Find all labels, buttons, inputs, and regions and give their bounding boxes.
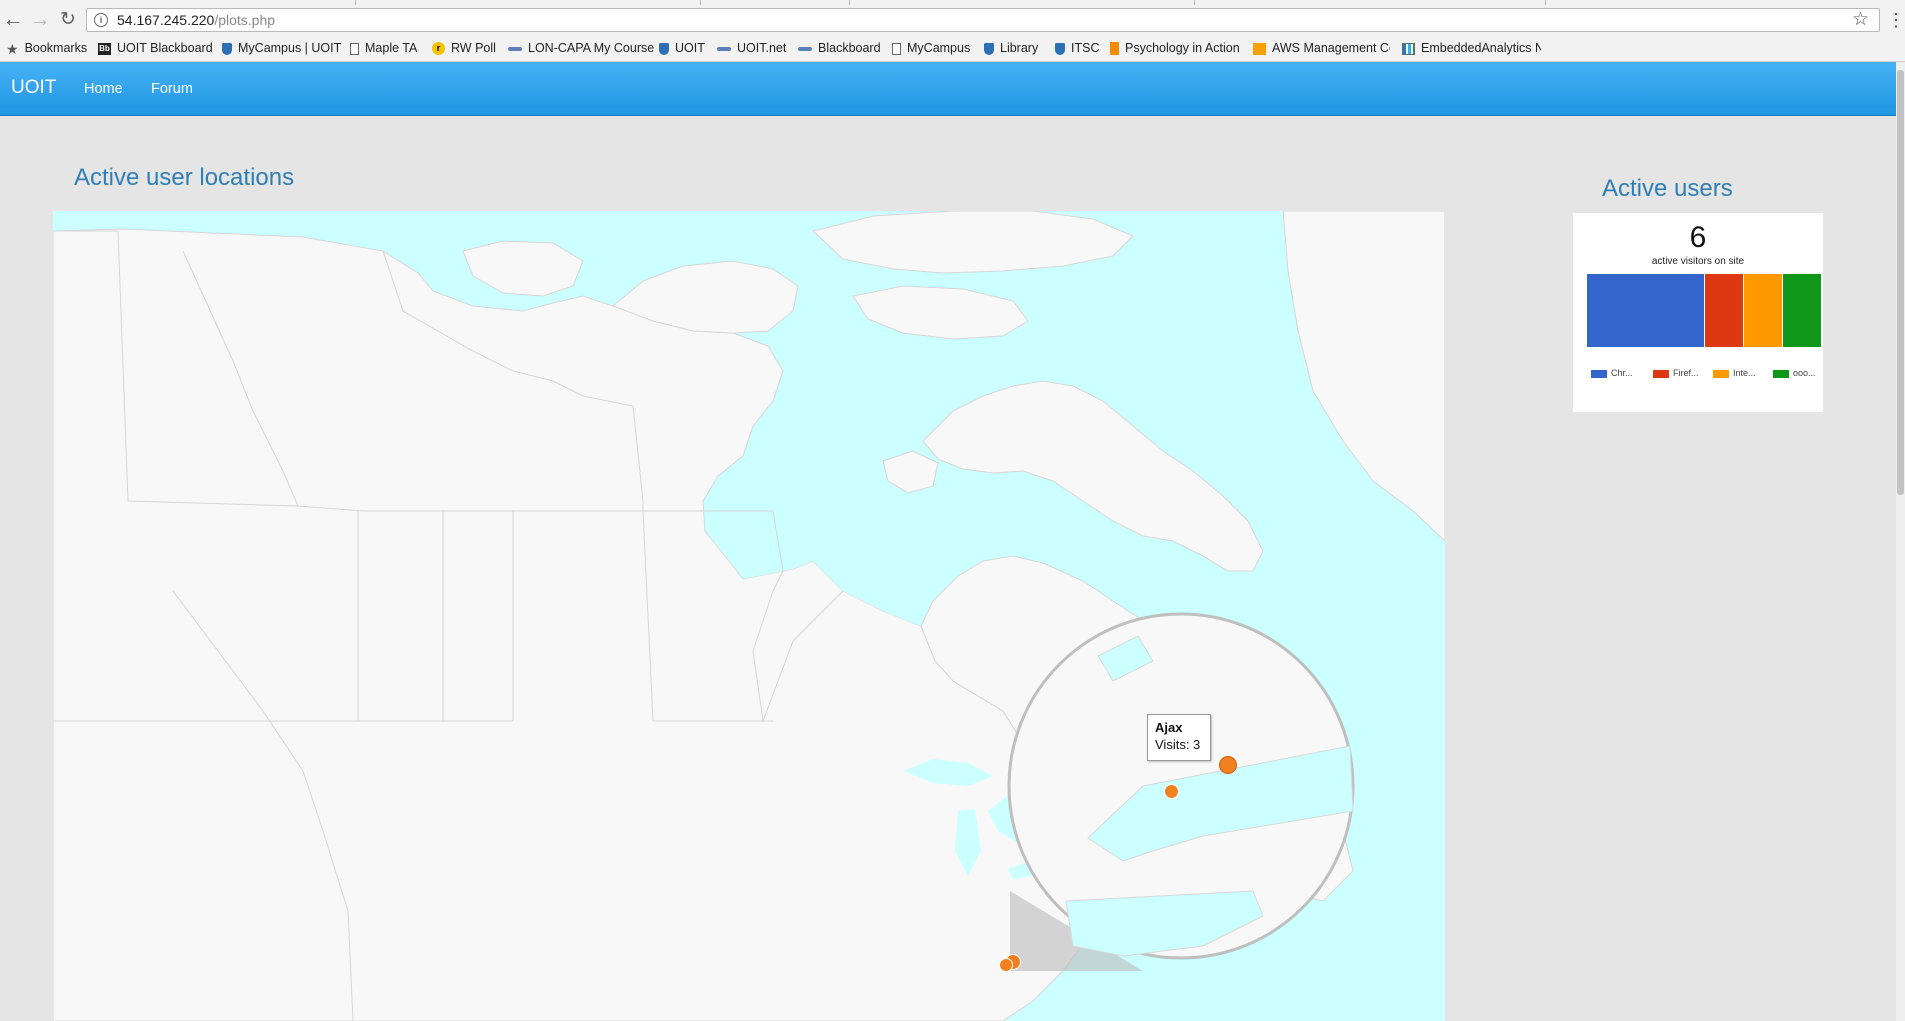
tab-divider xyxy=(1545,0,1546,5)
book-icon xyxy=(1110,42,1119,56)
bookmark-blackboard[interactable]: Blackboard xyxy=(798,39,881,57)
chart-icon xyxy=(1402,42,1415,55)
bookmark-lon-capa[interactable]: LON-CAPA My Course xyxy=(508,39,662,57)
aws-icon xyxy=(1253,42,1266,55)
bookmark-library[interactable]: Library xyxy=(984,39,1038,57)
forward-arrow-icon[interactable]: → xyxy=(27,8,53,32)
shield-icon xyxy=(984,42,994,55)
users-panel-title: Active users xyxy=(1602,175,1733,202)
bar-segment-chrome[interactable] xyxy=(1587,274,1704,347)
browser-toolbar: ← → ↻ i 54.167.245.220/plots.php ☆ ⋮ xyxy=(0,6,1905,34)
bookmark-label: RW Poll xyxy=(451,41,496,55)
bookmark-uoit-net[interactable]: UOIT.net xyxy=(717,39,786,57)
bookmark-mycampus[interactable]: MyCampus xyxy=(892,39,970,57)
bar-segment-other[interactable] xyxy=(1783,274,1821,347)
star-icon: ★ xyxy=(6,40,19,57)
active-user-count-label: active visitors on site xyxy=(1651,256,1745,267)
browser-share-bar xyxy=(1587,274,1823,347)
bookmark-uoit[interactable]: UOIT xyxy=(659,39,705,57)
bookmark-label: Psychology in Action xyxy=(1125,41,1240,55)
tab-divider xyxy=(1194,0,1195,5)
brand-logo[interactable]: UOIT xyxy=(11,77,56,99)
bookmark-aws-management[interactable]: AWS Management Co xyxy=(1253,39,1390,57)
map-marker[interactable] xyxy=(999,958,1013,972)
user-location-map[interactable] xyxy=(53,211,1445,1021)
bookmark-label: Maple TA xyxy=(365,41,418,55)
bookmark-label: UOIT xyxy=(675,41,705,55)
nav-home-link[interactable]: Home xyxy=(84,81,123,97)
site-navbar: UOIT Home Forum xyxy=(0,62,1896,116)
bookmark-label: Library xyxy=(1000,41,1039,55)
map-panel-title: Active user locations xyxy=(74,164,295,191)
bookmark-itsc[interactable]: ITSC xyxy=(1055,39,1099,57)
bar-segment-firefox[interactable] xyxy=(1705,274,1743,347)
legend-swatch xyxy=(1713,369,1729,378)
bookmark-label: AWS Management Co xyxy=(1272,41,1390,55)
url-path: /plots.php xyxy=(214,12,276,28)
bookmark-maple-ta[interactable]: Maple TA xyxy=(350,39,417,57)
bookmark-label: Bookmarks xyxy=(24,41,88,55)
shield-icon xyxy=(1055,42,1065,55)
legend-label: Firef... xyxy=(1673,368,1699,378)
tab-divider xyxy=(355,0,356,5)
bookmark-star-icon[interactable]: ☆ xyxy=(1852,9,1869,31)
map-tooltip: Ajax Visits: 3 xyxy=(1147,714,1211,761)
url-text[interactable]: 54.167.245.220/plots.php xyxy=(117,12,275,28)
legend-label: ooo... xyxy=(1793,368,1816,378)
bookmark-label: Blackboard xyxy=(818,41,881,55)
bookmark-mycampus-uoit[interactable]: MyCampus | UOIT xyxy=(222,39,341,57)
scrollbar-thumb[interactable] xyxy=(1897,70,1904,495)
tab-divider xyxy=(700,0,701,5)
back-arrow-icon[interactable]: ← xyxy=(0,8,26,32)
bookmark-bookmarks[interactable]: ★ Bookmarks xyxy=(6,39,87,57)
legend-swatch xyxy=(1653,369,1669,378)
reload-icon[interactable]: ↻ xyxy=(55,8,81,32)
bookmark-label: LON-CAPA My Course xyxy=(528,41,655,55)
dash-icon xyxy=(717,46,731,51)
tooltip-visits: Visits: 3 xyxy=(1155,737,1201,752)
bookmark-psychology-in-action[interactable]: Psychology in Action xyxy=(1110,39,1240,57)
browser-menu-icon[interactable]: ⋮ xyxy=(1887,9,1905,31)
page-scrollbar[interactable] xyxy=(1896,62,1905,1021)
active-user-count: 6 xyxy=(1689,221,1707,254)
tooltip-city: Ajax xyxy=(1155,720,1183,735)
legend-label: Chr... xyxy=(1611,368,1633,378)
legend-swatch xyxy=(1773,369,1789,378)
bookmark-label: MyCampus xyxy=(907,41,971,55)
bookmark-label: EmbeddedAnalytics N xyxy=(1421,41,1541,55)
legend-item-internet-explorer[interactable]: Inte... xyxy=(1713,368,1756,379)
address-bar[interactable]: i 54.167.245.220/plots.php ☆ xyxy=(86,8,1880,32)
legend-item-chrome[interactable]: Chr... xyxy=(1591,368,1633,379)
bookmark-rw-poll[interactable]: r RW Poll xyxy=(432,39,496,57)
bookmark-label: UOIT Blackboard xyxy=(117,41,213,55)
blackboard-icon: Bb xyxy=(98,42,111,55)
legend-swatch xyxy=(1591,369,1607,378)
map-marker-ajax[interactable] xyxy=(1219,756,1237,774)
nav-forum-link[interactable]: Forum xyxy=(151,81,193,97)
page-icon xyxy=(350,42,359,55)
bookmarks-bar: ★ Bookmarks Bb UOIT Blackboard MyCampus | … xyxy=(0,34,1905,62)
page-icon xyxy=(892,42,901,55)
shield-icon xyxy=(659,42,669,55)
bookmark-label: MyCampus | UOIT xyxy=(238,41,342,55)
url-host: 54.167.245.220 xyxy=(117,12,215,28)
bookmark-embeddedanalytics[interactable]: EmbeddedAnalytics N xyxy=(1402,39,1541,57)
info-icon[interactable]: i xyxy=(94,13,108,27)
magnifier-svg xyxy=(1007,612,1355,971)
dash-icon xyxy=(798,46,812,51)
browser-legend: Chr... Firef... Inte... ooo... xyxy=(1591,368,1823,382)
bookmark-label: ITSC xyxy=(1071,41,1100,55)
legend-item-firefox[interactable]: Firef... xyxy=(1653,368,1699,379)
legend-label: Inte... xyxy=(1733,368,1756,378)
bar-segment-internet-explorer[interactable] xyxy=(1744,274,1782,347)
legend-item-other[interactable]: ooo... xyxy=(1773,368,1816,379)
tab-divider xyxy=(849,0,850,5)
active-users-widget: 6 active visitors on site Chr... Firef..… xyxy=(1573,213,1823,412)
map-marker[interactable] xyxy=(1164,784,1179,799)
bookmark-label: UOIT.net xyxy=(737,41,787,55)
bookmark-uoit-blackboard[interactable]: Bb UOIT Blackboard xyxy=(98,39,213,57)
poll-icon: r xyxy=(432,42,445,56)
dash-icon xyxy=(508,46,522,51)
shield-icon xyxy=(222,42,232,55)
